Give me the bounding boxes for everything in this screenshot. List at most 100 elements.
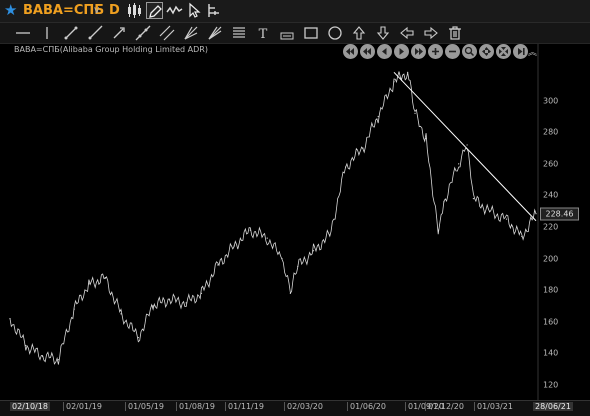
y-tick-label: 120 xyxy=(543,380,559,390)
svg-text:T: T xyxy=(259,27,268,42)
price-point xyxy=(42,355,44,358)
price-point xyxy=(535,213,537,215)
extended-line-icon[interactable] xyxy=(134,24,152,42)
x-tick-label: 28/06/21 xyxy=(533,402,573,411)
horizontal-line-icon[interactable] xyxy=(14,24,32,42)
scroll-start-icon[interactable] xyxy=(343,44,358,59)
y-tick-label: 240 xyxy=(543,190,559,200)
price-point xyxy=(168,299,170,301)
chart-area[interactable]: BABA=СПБ(Alibaba Group Holding Limited A… xyxy=(0,44,590,416)
circle-icon[interactable] xyxy=(326,24,344,42)
expand-horizontal-icon[interactable] xyxy=(479,44,494,59)
x-axis: 02/10/18 02/01/19 01/05/19 01/08/19 01/11/19… xyxy=(0,400,590,416)
text-icon[interactable]: T xyxy=(254,24,272,42)
x-tick-label: 01/11/19 xyxy=(225,402,266,411)
price-chart[interactable] xyxy=(0,44,590,400)
rectangle-icon[interactable] xyxy=(302,24,320,42)
indicator-icon[interactable] xyxy=(206,2,223,19)
fork-icon[interactable] xyxy=(182,24,200,42)
y-tick-label: 180 xyxy=(543,285,559,295)
price-point xyxy=(9,318,11,320)
price-point xyxy=(505,218,508,220)
channel-icon[interactable] xyxy=(158,24,176,42)
x-tick-label: 02/03/20 xyxy=(284,402,325,411)
scroll-forward-icon[interactable] xyxy=(394,44,409,59)
last-price-badge: 228.46 xyxy=(540,207,579,221)
price-point xyxy=(414,112,416,114)
candle-icon[interactable] xyxy=(126,2,143,19)
price-point xyxy=(200,292,203,294)
price-point xyxy=(297,265,299,268)
price-point xyxy=(407,71,409,73)
price-point xyxy=(233,245,235,247)
zoom-fit-icon[interactable] xyxy=(462,44,477,59)
price-point xyxy=(521,235,523,238)
symbol-label[interactable]: BABA=СПБ xyxy=(23,3,104,19)
price-point xyxy=(344,166,347,168)
x-tick-label: 01/06/20 xyxy=(347,402,388,411)
chevron-double-up-icon[interactable]: ︽ xyxy=(528,45,537,58)
line-style-icon[interactable] xyxy=(166,2,183,19)
price-point xyxy=(217,264,219,266)
scroll-back-fast-icon[interactable] xyxy=(360,44,375,59)
period-label[interactable]: D xyxy=(109,3,120,19)
arrow-left-icon[interactable] xyxy=(398,24,416,42)
price-point xyxy=(25,344,27,347)
price-point xyxy=(443,201,445,203)
price-point xyxy=(57,359,59,361)
zoom-in-icon[interactable] xyxy=(428,44,443,59)
price-point xyxy=(185,302,187,304)
y-tick-label: 260 xyxy=(543,159,559,169)
go-to-end-icon[interactable] xyxy=(513,44,528,59)
drawing-toolbar: T xyxy=(0,23,590,44)
y-tick-label: 280 xyxy=(543,127,559,137)
price-label-icon[interactable] xyxy=(278,24,296,42)
ray-icon[interactable] xyxy=(86,24,104,42)
trendline[interactable] xyxy=(393,71,537,222)
trend-line-icon[interactable] xyxy=(62,24,80,42)
price-point xyxy=(289,292,291,294)
price-point xyxy=(393,81,395,83)
x-tick-label: 02/10/18 xyxy=(10,402,50,411)
arrow-line-icon[interactable] xyxy=(110,24,128,42)
scroll-back-icon[interactable] xyxy=(377,44,392,59)
arrow-right-icon[interactable] xyxy=(422,24,440,42)
x-tick-label: 01/03/21 xyxy=(474,402,515,411)
arrow-up-icon[interactable] xyxy=(350,24,368,42)
main-toolbar: ★ BABA=СПБ ∨ D xyxy=(0,0,590,23)
price-point xyxy=(137,336,139,339)
price-point xyxy=(437,229,439,231)
cursor-icon[interactable] xyxy=(186,2,203,19)
y-tick-label: 160 xyxy=(543,317,559,327)
price-point xyxy=(329,234,331,236)
price-point xyxy=(489,210,491,212)
price-point xyxy=(312,250,315,252)
arrow-down-icon[interactable] xyxy=(374,24,392,42)
price-point xyxy=(425,138,427,140)
scroll-end-icon[interactable] xyxy=(411,44,426,59)
x-tick-label: 01/08/19 xyxy=(176,402,217,411)
price-series-line xyxy=(9,71,537,365)
price-point xyxy=(466,144,468,146)
y-tick-label: 140 xyxy=(543,348,559,358)
y-tick-label: 300 xyxy=(543,96,559,106)
trash-icon[interactable] xyxy=(446,24,464,42)
compress-icon[interactable] xyxy=(496,44,511,59)
fibonacci-icon[interactable] xyxy=(206,24,224,42)
y-tick-label: 200 xyxy=(543,254,559,264)
fibonacci-levels-icon[interactable] xyxy=(230,24,248,42)
x-tick-label: 01/05/19 xyxy=(125,402,166,411)
price-point xyxy=(120,313,122,315)
x-tick-label: 02/01/19 xyxy=(63,402,104,411)
y-tick-label: 220 xyxy=(543,222,559,232)
chevron-down-icon[interactable]: ∨ xyxy=(93,3,100,19)
star-icon[interactable]: ★ xyxy=(4,2,17,18)
chart-title: BABA=СПБ(Alibaba Group Holding Limited A… xyxy=(14,45,208,54)
price-point xyxy=(362,147,364,149)
zoom-out-icon[interactable] xyxy=(445,44,460,59)
vertical-line-icon[interactable] xyxy=(38,24,56,42)
price-point xyxy=(281,258,283,260)
price-point xyxy=(458,163,460,165)
price-point xyxy=(266,237,268,239)
pen-icon[interactable] xyxy=(146,2,163,19)
